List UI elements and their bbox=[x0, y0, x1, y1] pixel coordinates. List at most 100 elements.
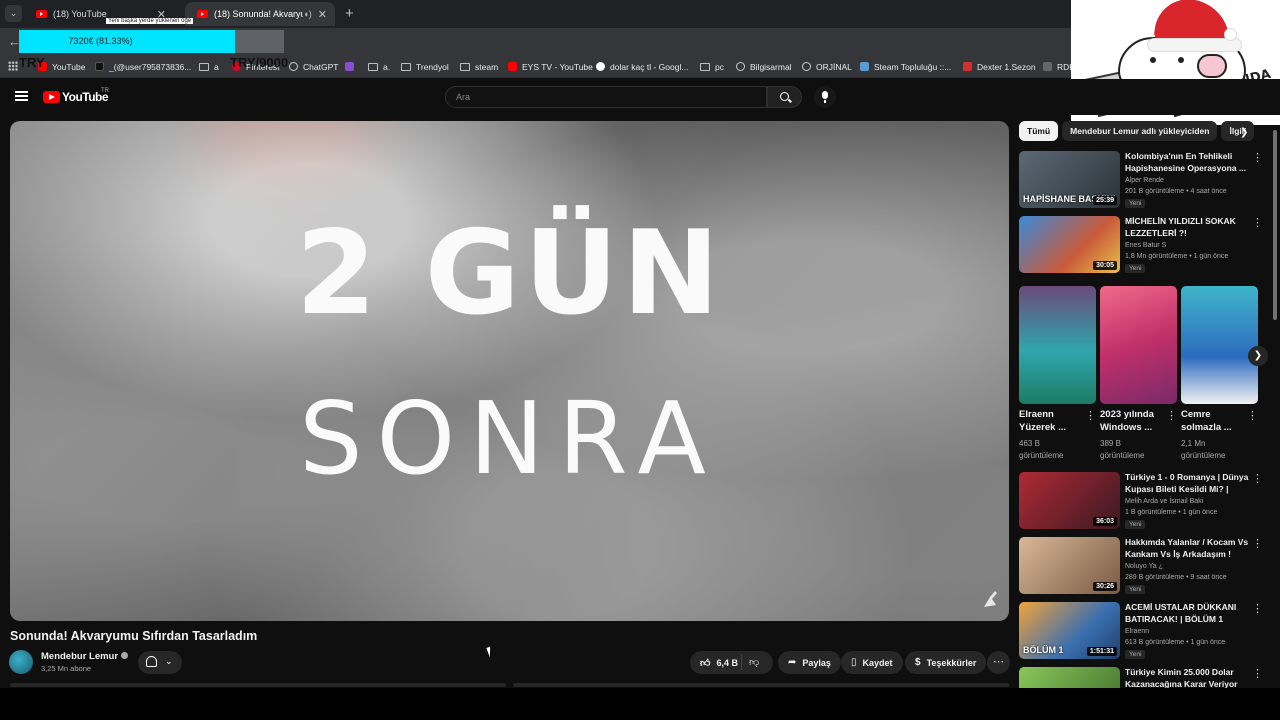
channel-name[interactable]: Mendebur Lemur bbox=[41, 651, 129, 662]
search-button[interactable] bbox=[767, 86, 802, 108]
short-thumbnail[interactable] bbox=[1181, 286, 1258, 404]
bookmark-trendyol[interactable]: Trendyol bbox=[401, 59, 449, 74]
more-actions-button[interactable]: ⋯ bbox=[987, 651, 1010, 674]
audio-playing-icon[interactable]: ◖) bbox=[303, 9, 311, 19]
folder-icon bbox=[700, 62, 710, 71]
chevron-right-icon[interactable]: ❯ bbox=[1240, 127, 1248, 138]
bookmark-pc[interactable]: pc bbox=[700, 59, 724, 74]
channel-watermark-icon[interactable] bbox=[981, 587, 999, 609]
recommended-channel: Noluyo Ya ¿ bbox=[1125, 563, 1163, 570]
recommended-video[interactable]: 36:03 Türkiye 1 - 0 Romanya | Dünya Kupa… bbox=[1019, 472, 1269, 530]
bookmark-chatgpt[interactable]: ChatGPT bbox=[289, 59, 338, 74]
recommended-channel: Elraenn bbox=[1125, 628, 1150, 635]
recommended-title[interactable]: Kolombiya'nın En Tehlikeli Hapishanesine… bbox=[1125, 151, 1251, 174]
comments-box-edge bbox=[513, 683, 1009, 687]
recommended-video[interactable]: BÖLÜM 1 1:51:31 ACEMİ USTALAR DÜKKANI BA… bbox=[1019, 602, 1269, 660]
close-tab-icon[interactable]: ✕ bbox=[318, 8, 327, 21]
short-thumbnail[interactable] bbox=[1100, 286, 1177, 404]
short-options-icon[interactable]: ⋮ bbox=[1085, 409, 1096, 422]
description-box-edge bbox=[10, 683, 506, 687]
recommended-video[interactable]: 30:05 MİCHELİN YILDIZLI SOKAK LEZZETLERİ… bbox=[1019, 216, 1269, 274]
video-thumbnail[interactable]: 30:05 bbox=[1019, 216, 1120, 273]
bookmark-bilgisarmal[interactable]: Bilgisarmal bbox=[736, 59, 792, 74]
subscription-notifications-button[interactable]: ⌄ bbox=[138, 651, 182, 674]
recommended-title[interactable]: MİCHELİN YILDIZLI SOKAK LEZZETLERİ ?! bbox=[1125, 216, 1251, 239]
tab-video-page[interactable]: (18) Sonunda! Akvaryumu Sıfırdan Tasarla… bbox=[185, 2, 335, 26]
video-title: Sonunda! Akvaryumu Sıfırdan Tasarladım bbox=[10, 629, 258, 643]
like-button[interactable]: 👍︎ 6,4 B bbox=[700, 651, 738, 674]
video-player[interactable]: 2 GÜN SONRA bbox=[10, 121, 1009, 621]
short-options-icon[interactable]: ⋮ bbox=[1166, 409, 1177, 422]
page-scrollbar[interactable] bbox=[1273, 130, 1277, 320]
short-title[interactable]: Cemre solmazla ... bbox=[1181, 408, 1245, 434]
video-options-icon[interactable]: ⋮ bbox=[1252, 602, 1263, 615]
apps-grid-icon[interactable] bbox=[8, 61, 18, 71]
video-thumbnail[interactable]: HAPİSHANE BASKINI 25:39 bbox=[1019, 151, 1120, 208]
bookmark-folder-a[interactable]: a bbox=[199, 59, 219, 74]
bookmark-youtube[interactable]: YouTube bbox=[38, 59, 85, 74]
short-title[interactable]: 2023 yılında Windows ... bbox=[1100, 408, 1164, 434]
like-count: 6,4 B bbox=[716, 657, 738, 668]
recommended-video[interactable]: 30:26 Hakkımda Yalanlar / Kocam Vs Kanka… bbox=[1019, 537, 1269, 595]
recommended-title[interactable]: Türkiye 1 - 0 Romanya | Dünya Kupası Bil… bbox=[1125, 472, 1251, 495]
new-badge: Yeni bbox=[1125, 585, 1146, 594]
video-options-icon[interactable]: ⋮ bbox=[1252, 151, 1263, 164]
video-options-icon[interactable]: ⋮ bbox=[1252, 667, 1263, 680]
video-thumbnail[interactable]: 30:26 bbox=[1019, 537, 1120, 594]
bookmark-google-dolar[interactable]: dolar kaç tl - Googl... bbox=[596, 59, 688, 74]
video-thumbnail[interactable]: 36:03 bbox=[1019, 472, 1120, 529]
super-thanks-icon: $ bbox=[915, 657, 921, 668]
bookmark-orjinal[interactable]: ORJİNAL bbox=[802, 59, 852, 74]
bookmark-dexter[interactable]: Dexter 1.Sezon bbox=[963, 59, 1036, 74]
thanks-button[interactable]: $ Teşekkürler bbox=[905, 651, 987, 674]
video-options-icon[interactable]: ⋮ bbox=[1252, 472, 1263, 485]
video-options-icon[interactable]: ⋮ bbox=[1252, 216, 1263, 229]
globe-icon bbox=[736, 62, 745, 71]
recommended-video[interactable]: HAPİSHANE BASKINI 25:39 Kolombiya'nın En… bbox=[1019, 151, 1269, 209]
short-views: 463 B görüntüleme bbox=[1019, 439, 1064, 460]
search-input[interactable]: Ara bbox=[445, 86, 767, 108]
recommended-title[interactable]: Türkiye Kimin 25.000 Dolar Kazanacağına … bbox=[1125, 667, 1251, 688]
like-dislike-group: 👍︎ 6,4 B 👎︎ bbox=[690, 651, 773, 674]
feather-icon bbox=[345, 62, 354, 71]
new-badge: Yeni bbox=[1125, 520, 1146, 529]
short-thumbnail[interactable] bbox=[1019, 286, 1096, 404]
video-duration: 36:03 bbox=[1093, 517, 1117, 526]
tab-search-button[interactable]: ⌄ bbox=[5, 5, 22, 22]
bookmark-folder-a-dot[interactable]: a. bbox=[368, 59, 390, 74]
video-options-icon[interactable]: ⋮ bbox=[1252, 537, 1263, 550]
chip-all[interactable]: Tümü bbox=[1019, 121, 1059, 141]
recommended-title[interactable]: ACEMİ USTALAR DÜKKANI BATIRACAK! | BÖLÜM… bbox=[1125, 602, 1251, 625]
game-icon bbox=[1043, 62, 1052, 71]
chevron-down-icon: ⌄ bbox=[165, 656, 173, 666]
bookmark-steam-community[interactable]: Steam Topluluğu ::... bbox=[860, 59, 951, 74]
channel-avatar[interactable] bbox=[9, 650, 33, 674]
youtube-logo-icon[interactable] bbox=[43, 91, 60, 103]
save-button[interactable]: ▯ Kaydet bbox=[841, 651, 903, 674]
video-thumbnail[interactable]: BÖLÜM 1 1:51:31 bbox=[1019, 602, 1120, 659]
video-duration: 30:26 bbox=[1093, 582, 1117, 591]
bell-icon bbox=[146, 656, 157, 667]
new-tab-button[interactable]: + bbox=[345, 5, 354, 22]
donation-progress-bar: 7320€ (81.33%) bbox=[19, 30, 284, 53]
share-button[interactable]: ➦ Paylaş bbox=[778, 651, 841, 674]
video-thumbnail[interactable] bbox=[1019, 667, 1120, 688]
globe-icon bbox=[802, 62, 811, 71]
chip-related[interactable]: İlgili bbox=[1221, 121, 1255, 141]
voice-search-button[interactable] bbox=[814, 86, 836, 108]
bookmark-eys-tv[interactable]: EYS TV - YouTube bbox=[508, 59, 593, 74]
video-site-icon bbox=[963, 62, 972, 71]
recommended-video[interactable]: Türkiye Kimin 25.000 Dolar Kazanacağına … bbox=[1019, 667, 1269, 688]
dislike-button[interactable]: 👎︎ bbox=[749, 656, 759, 668]
short-options-icon[interactable]: ⋮ bbox=[1247, 409, 1258, 422]
hamburger-menu-icon[interactable] bbox=[15, 91, 28, 101]
shelf-next-button[interactable]: ❯ bbox=[1248, 346, 1268, 366]
bookmark-tiktok[interactable]: _(@user795873836... bbox=[95, 59, 191, 74]
bookmark-steam-folder[interactable]: steam bbox=[460, 59, 498, 74]
folder-icon bbox=[199, 62, 209, 71]
recommended-title[interactable]: Hakkımda Yalanlar / Kocam Vs Kankam Vs İ… bbox=[1125, 537, 1251, 560]
country-code: TR bbox=[101, 88, 109, 94]
chip-from-uploader[interactable]: Mendebur Lemur adlı yükleyiciden bbox=[1062, 121, 1218, 141]
short-title[interactable]: Elraenn Yüzerek ... bbox=[1019, 408, 1083, 434]
bookmark-feather[interactable] bbox=[345, 59, 359, 74]
